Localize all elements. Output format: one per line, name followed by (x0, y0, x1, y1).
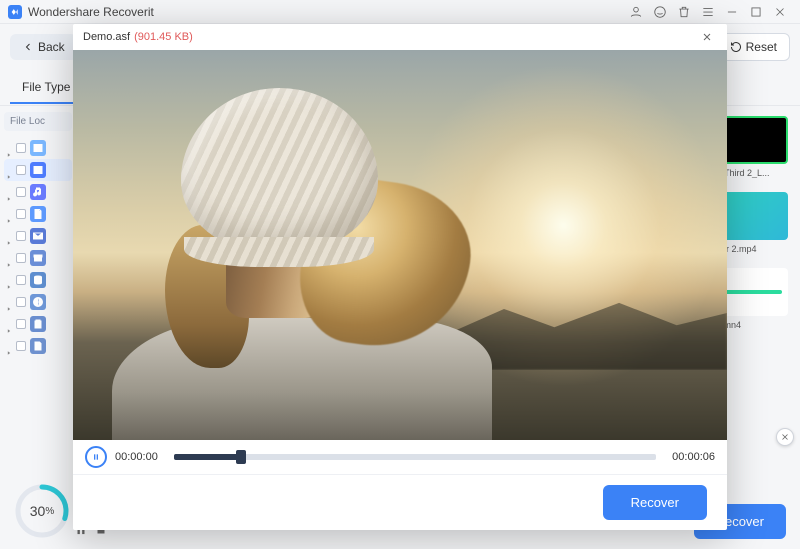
preview-filesize: (901.45 KB) (134, 31, 193, 43)
recover-button[interactable]: Recover (603, 485, 707, 520)
preview-footer: Recover (73, 474, 727, 530)
time-current: 00:00:00 (115, 451, 158, 463)
time-total: 00:00:06 (672, 451, 715, 463)
close-preview-button[interactable] (697, 27, 717, 47)
preview-modal: Demo.asf (901.45 KB) 00:00:00 00:00:06 (73, 24, 727, 530)
play-pause-button[interactable] (85, 446, 107, 468)
seek-track[interactable] (174, 454, 656, 460)
player-controls: 00:00:00 00:00:06 (73, 440, 727, 474)
preview-filename: Demo.asf (83, 31, 130, 43)
video-preview[interactable] (73, 50, 727, 440)
seek-thumb[interactable] (236, 450, 246, 464)
preview-header: Demo.asf (901.45 KB) (73, 24, 727, 50)
